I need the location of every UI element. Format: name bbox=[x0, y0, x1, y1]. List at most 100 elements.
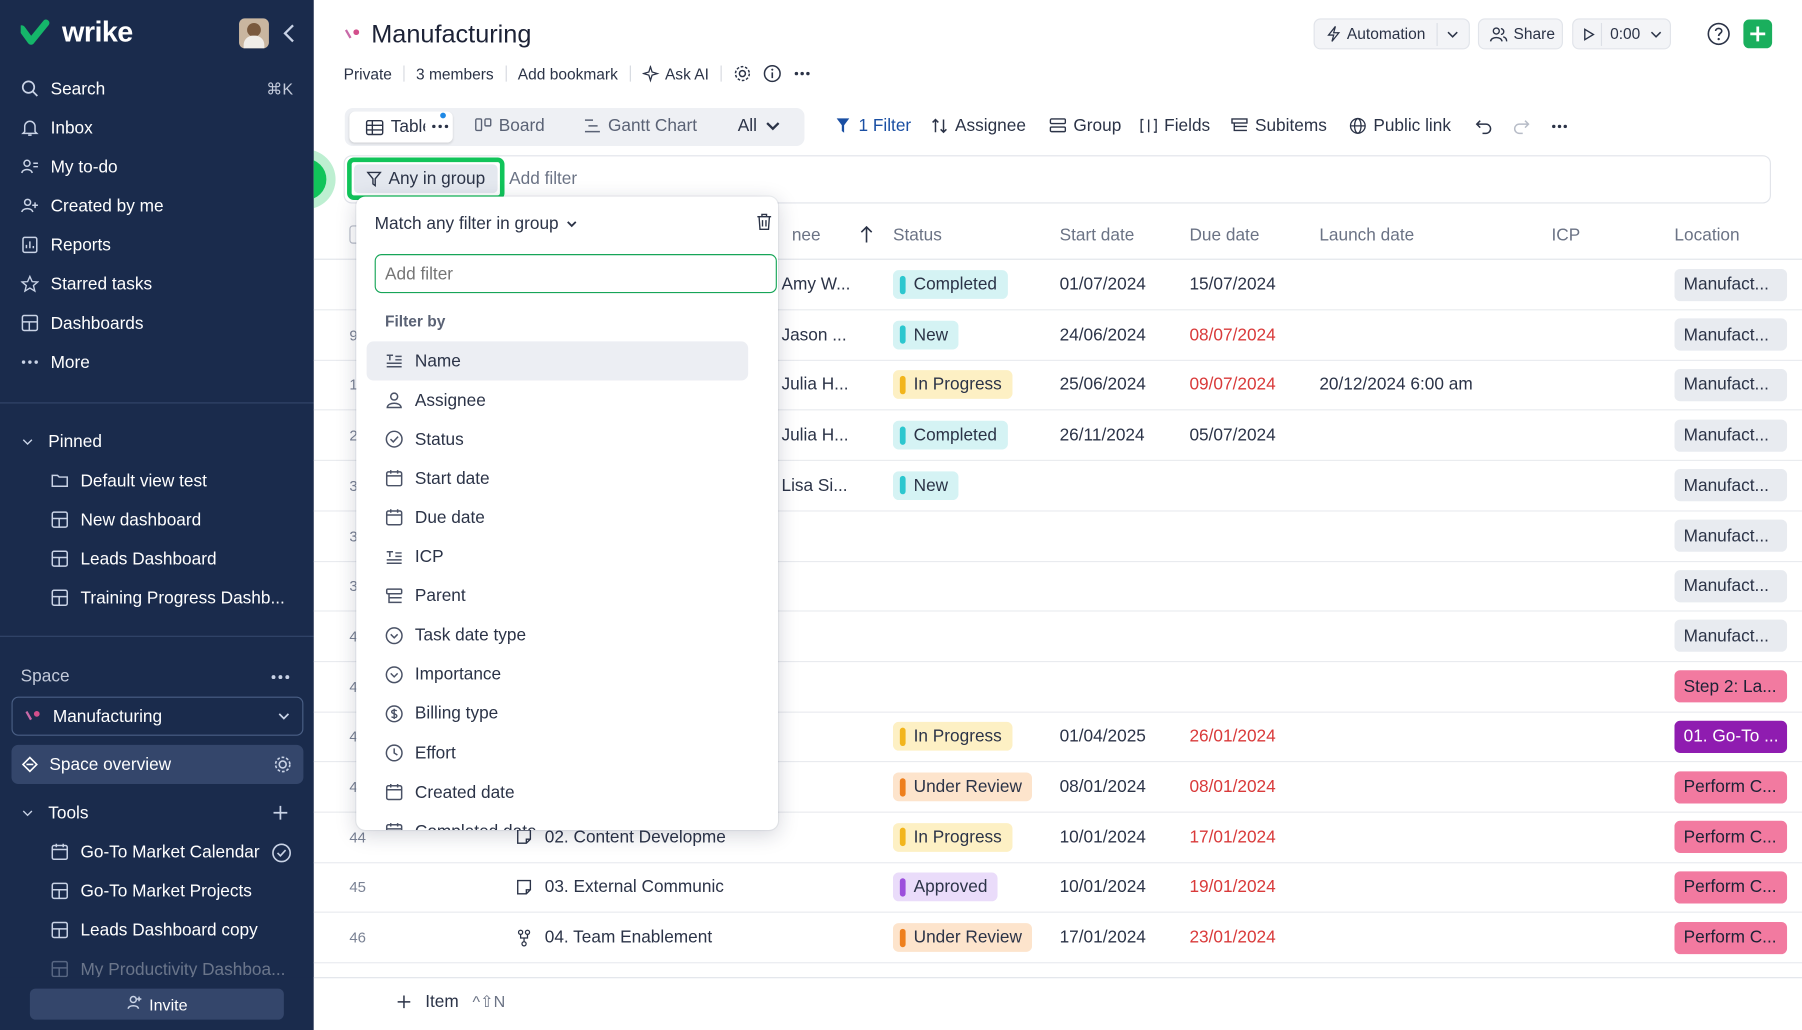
filter-option-billing-type[interactable]: Billing type bbox=[367, 694, 749, 733]
task-name-cell[interactable]: 03. External Communic bbox=[515, 863, 728, 912]
launch-date-cell[interactable]: 20/12/2024 6:00 am bbox=[1319, 360, 1543, 409]
filter-option-name[interactable]: Name bbox=[366, 341, 749, 381]
start-date-cell[interactable] bbox=[1060, 461, 1181, 510]
status-cell[interactable]: New bbox=[892, 461, 1054, 510]
timer-button[interactable]: 0:00 bbox=[1572, 18, 1671, 50]
icp-cell[interactable] bbox=[1551, 913, 1666, 962]
location-cell[interactable]: Manufact... bbox=[1674, 360, 1800, 409]
sidebar-item-search[interactable]: Search ⌘K bbox=[0, 69, 314, 108]
icp-cell[interactable] bbox=[1551, 360, 1666, 409]
sidebar-item-created-by-me[interactable]: Created by me bbox=[0, 186, 314, 225]
pinned-item[interactable]: Leads Dashboard bbox=[0, 539, 314, 578]
icp-cell[interactable] bbox=[1551, 260, 1666, 309]
location-cell[interactable]: Manufact... bbox=[1674, 310, 1800, 359]
start-date-cell[interactable]: 10/01/2024 bbox=[1060, 863, 1181, 912]
due-date-cell[interactable] bbox=[1189, 511, 1310, 560]
icp-cell[interactable] bbox=[1551, 461, 1666, 510]
fields-button[interactable]: Fields bbox=[1140, 116, 1210, 136]
launch-date-cell[interactable] bbox=[1319, 561, 1543, 610]
assignee-cell[interactable]: Lisa Si... bbox=[765, 461, 868, 510]
start-date-cell[interactable] bbox=[1060, 611, 1181, 660]
column-header-start-date[interactable]: Start date bbox=[1060, 225, 1135, 245]
icp-cell[interactable] bbox=[1551, 410, 1666, 459]
pinned-item[interactable]: Training Progress Dashb... bbox=[0, 578, 314, 617]
start-date-cell[interactable] bbox=[1060, 511, 1181, 560]
tool-item[interactable]: Leads Dashboard copy bbox=[0, 910, 314, 949]
start-date-cell[interactable]: 10/01/2024 bbox=[1060, 812, 1181, 861]
all-views-dropdown[interactable]: All bbox=[738, 116, 781, 136]
status-cell[interactable]: Completed bbox=[892, 410, 1054, 459]
status-cell[interactable]: In Progress bbox=[892, 360, 1054, 409]
ask-ai-button[interactable]: Ask AI bbox=[665, 65, 709, 82]
add-bookmark-link[interactable]: Add bookmark bbox=[518, 65, 618, 82]
column-header-due-date[interactable]: Due date bbox=[1189, 225, 1259, 245]
location-cell[interactable]: Manufact... bbox=[1674, 611, 1800, 660]
tools-section-toggle[interactable]: Tools bbox=[0, 793, 314, 832]
start-date-cell[interactable]: 26/11/2024 bbox=[1060, 410, 1181, 459]
launch-date-cell[interactable] bbox=[1319, 260, 1543, 309]
avatar[interactable] bbox=[239, 18, 269, 49]
assignee-cell[interactable]: Jason ... bbox=[765, 310, 868, 359]
start-date-cell[interactable]: 01/07/2024 bbox=[1060, 260, 1181, 309]
space-selector[interactable]: Manufacturing bbox=[11, 696, 304, 736]
start-date-cell[interactable] bbox=[1060, 561, 1181, 610]
space-overview-item[interactable]: Space overview bbox=[11, 744, 304, 784]
task-name-cell[interactable]: 04. Team Enablement bbox=[515, 913, 728, 962]
start-date-cell[interactable]: 25/06/2024 bbox=[1060, 360, 1181, 409]
filter-option-start-date[interactable]: Start date bbox=[367, 459, 749, 498]
location-cell[interactable]: Perform C... bbox=[1674, 913, 1800, 962]
status-cell[interactable]: In Progress bbox=[892, 712, 1054, 761]
start-date-cell[interactable] bbox=[1060, 662, 1181, 711]
help-icon[interactable] bbox=[1707, 22, 1731, 46]
icp-cell[interactable] bbox=[1551, 712, 1666, 761]
sidebar-item-more[interactable]: More bbox=[0, 343, 314, 382]
pinned-section-toggle[interactable]: Pinned bbox=[0, 422, 314, 461]
tool-item[interactable]: Go-To Market Calendar bbox=[0, 832, 314, 871]
due-date-cell[interactable] bbox=[1189, 461, 1310, 510]
launch-date-cell[interactable] bbox=[1319, 662, 1543, 711]
due-date-cell[interactable]: 26/01/2024 bbox=[1189, 712, 1310, 761]
invite-button[interactable]: Invite bbox=[29, 988, 284, 1020]
location-cell[interactable]: Manufact... bbox=[1674, 461, 1800, 510]
trash-icon[interactable] bbox=[756, 213, 772, 237]
sidebar-item-inbox[interactable]: Inbox bbox=[0, 108, 314, 147]
location-cell[interactable]: Perform C... bbox=[1674, 863, 1800, 912]
wrike-logo[interactable]: wrike bbox=[20, 16, 133, 48]
location-cell[interactable]: Step 2: La... bbox=[1674, 662, 1800, 711]
pinned-item[interactable]: Default view test bbox=[0, 461, 314, 500]
location-cell[interactable]: Manufact... bbox=[1674, 260, 1800, 309]
filter-option-task-date-type[interactable]: Task date type bbox=[367, 616, 749, 655]
column-header-icp[interactable]: ICP bbox=[1551, 225, 1580, 245]
location-cell[interactable]: 01. Go-To ... bbox=[1674, 712, 1800, 761]
launch-date-cell[interactable] bbox=[1319, 410, 1543, 459]
filter-option-due-date[interactable]: Due date bbox=[367, 498, 749, 537]
tab-table[interactable]: Table bbox=[349, 111, 453, 143]
add-filter-input[interactable] bbox=[374, 254, 777, 294]
info-icon[interactable] bbox=[763, 64, 781, 83]
status-cell[interactable]: Approved bbox=[892, 863, 1054, 912]
privacy-label[interactable]: Private bbox=[344, 65, 392, 82]
launch-date-cell[interactable] bbox=[1319, 863, 1543, 912]
sidebar-item-my-to-do[interactable]: My to-do bbox=[0, 147, 314, 186]
filter-option-parent[interactable]: Parent bbox=[367, 577, 749, 616]
assignee-cell[interactable]: Amy W... bbox=[765, 260, 868, 309]
due-date-cell[interactable] bbox=[1189, 611, 1310, 660]
status-cell[interactable]: New bbox=[892, 310, 1054, 359]
column-header-status[interactable]: Status bbox=[893, 225, 942, 245]
filter-button[interactable]: 1 Filter bbox=[834, 116, 911, 136]
due-date-cell[interactable]: 17/01/2024 bbox=[1189, 812, 1310, 861]
due-date-cell[interactable]: 05/07/2024 bbox=[1189, 410, 1310, 459]
sidebar-item-starred-tasks[interactable]: Starred tasks bbox=[0, 264, 314, 303]
sort-up-icon[interactable] bbox=[860, 225, 874, 249]
icp-cell[interactable] bbox=[1551, 561, 1666, 610]
due-date-cell[interactable]: 08/01/2024 bbox=[1189, 762, 1310, 811]
due-date-cell[interactable]: 19/01/2024 bbox=[1189, 863, 1310, 912]
launch-date-cell[interactable] bbox=[1319, 310, 1543, 359]
subitems-button[interactable]: Subitems bbox=[1231, 116, 1327, 136]
space-more-icon[interactable] bbox=[269, 667, 292, 688]
due-date-cell[interactable]: 09/07/2024 bbox=[1189, 360, 1310, 409]
filter-option-icp[interactable]: ICP bbox=[367, 537, 749, 576]
filter-option-assignee[interactable]: Assignee bbox=[367, 381, 749, 420]
status-cell[interactable]: Under Review bbox=[892, 913, 1054, 962]
due-date-cell[interactable] bbox=[1189, 561, 1310, 610]
